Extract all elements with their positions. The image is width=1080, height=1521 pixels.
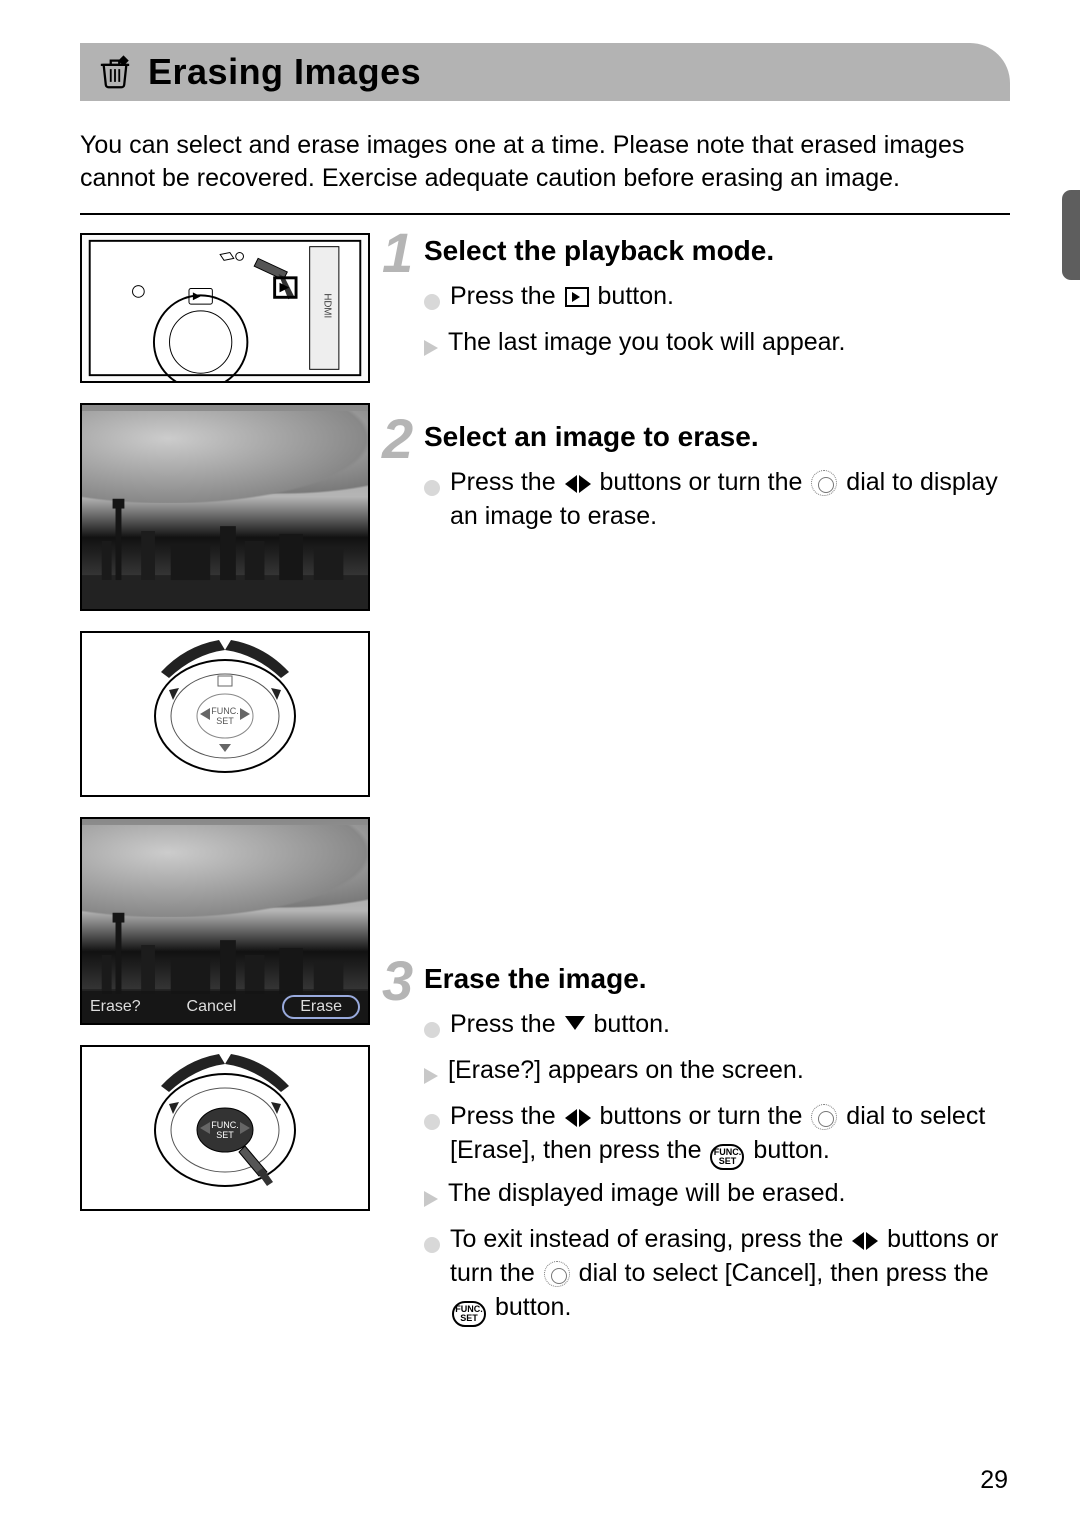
instruction-text: Press the button. bbox=[450, 1007, 670, 1041]
illustration-column: HDMI bbox=[80, 233, 370, 1333]
playback-button-icon bbox=[565, 287, 589, 307]
step-title: Select an image to erase. bbox=[424, 421, 1000, 453]
instruction-text: [Erase?] appears on the screen. bbox=[448, 1053, 804, 1087]
func-set-button-icon: FUNC.SET bbox=[452, 1301, 486, 1327]
instruction-line: The displayed image will be erased. bbox=[424, 1176, 1000, 1216]
control-dial-icon bbox=[811, 1104, 837, 1130]
step-title: Select the playback mode. bbox=[424, 235, 1000, 267]
trash-icon bbox=[98, 55, 132, 89]
illustration-control-dial: FUNC. SET bbox=[80, 631, 370, 797]
erase-option-selected: Erase bbox=[282, 995, 360, 1019]
erase-confirm-bar: Erase? Cancel Erase bbox=[82, 991, 368, 1023]
down-button-icon bbox=[565, 1016, 585, 1030]
step-body: Press the button. The last image you took… bbox=[424, 279, 1000, 365]
instruction-text: Press the buttons or turn the dial to se… bbox=[450, 1099, 1000, 1170]
instruction-line: Press the buttons or turn the dial to se… bbox=[424, 1099, 1000, 1170]
section-tab bbox=[1062, 190, 1080, 280]
bullet-result-icon bbox=[424, 1068, 438, 1084]
bullet-action-icon bbox=[424, 1114, 440, 1130]
step-1: 1Select the playback mode.Press the butt… bbox=[388, 235, 1000, 365]
svg-text:HDMI: HDMI bbox=[321, 293, 332, 318]
bullet-action-icon bbox=[424, 1237, 440, 1253]
step-number: 2 bbox=[382, 411, 413, 467]
divider bbox=[80, 213, 1010, 215]
cancel-option: Cancel bbox=[187, 998, 237, 1016]
instruction-text: Press the buttons or turn the dial to di… bbox=[450, 465, 1000, 533]
illustration-sample-photo bbox=[80, 403, 370, 611]
step-3: 3Erase the image.Press the button.[Erase… bbox=[388, 963, 1000, 1327]
instruction-text: To exit instead of erasing, press the bu… bbox=[450, 1222, 1000, 1327]
erase-question-label: Erase? bbox=[90, 998, 141, 1016]
section-header: Erasing Images bbox=[80, 43, 1010, 101]
instruction-text: Press the button. bbox=[450, 279, 674, 313]
bullet-action-icon bbox=[424, 480, 440, 496]
instruction-line: The last image you took will appear. bbox=[424, 325, 1000, 365]
step-title: Erase the image. bbox=[424, 963, 1000, 995]
instruction-line: Press the button. bbox=[424, 1007, 1000, 1047]
instruction-line: [Erase?] appears on the screen. bbox=[424, 1053, 1000, 1093]
svg-text:FUNC.: FUNC. bbox=[211, 706, 239, 716]
step-body: Press the buttons or turn the dial to di… bbox=[424, 465, 1000, 533]
illustration-camera-back: HDMI bbox=[80, 233, 370, 383]
instruction-text: The displayed image will be erased. bbox=[448, 1176, 845, 1210]
step-number: 3 bbox=[382, 953, 413, 1009]
bullet-result-icon bbox=[424, 340, 438, 356]
bullet-action-icon bbox=[424, 1022, 440, 1038]
intro-text: You can select and erase images one at a… bbox=[80, 129, 1010, 195]
page-number: 29 bbox=[980, 1466, 1008, 1495]
svg-text:FUNC.: FUNC. bbox=[211, 1120, 239, 1130]
content-columns: HDMI bbox=[80, 233, 1010, 1333]
steps-column: 1Select the playback mode.Press the butt… bbox=[388, 233, 1010, 1333]
illustration-erase-prompt: Erase? Cancel Erase bbox=[80, 817, 370, 1025]
func-set-button-icon: FUNC.SET bbox=[710, 1144, 744, 1170]
control-dial-icon bbox=[811, 470, 837, 496]
svg-text:SET: SET bbox=[216, 1130, 234, 1140]
step-2: 2Select an image to erase.Press the butt… bbox=[388, 421, 1000, 533]
bullet-result-icon bbox=[424, 1191, 438, 1207]
svg-text:SET: SET bbox=[216, 716, 234, 726]
instruction-line: To exit instead of erasing, press the bu… bbox=[424, 1222, 1000, 1327]
illustration-control-dial-press: FUNC. SET bbox=[80, 1045, 370, 1211]
left-right-buttons-icon bbox=[852, 1232, 878, 1250]
step-body: Press the button. [Erase?] appears on the… bbox=[424, 1007, 1000, 1327]
bullet-action-icon bbox=[424, 294, 440, 310]
step-number: 1 bbox=[382, 225, 413, 281]
section-title: Erasing Images bbox=[148, 51, 421, 93]
control-dial-icon bbox=[544, 1261, 570, 1287]
instruction-line: Press the buttons or turn the dial to di… bbox=[424, 465, 1000, 533]
left-right-buttons-icon bbox=[565, 475, 591, 493]
instruction-line: Press the button. bbox=[424, 279, 1000, 319]
left-right-buttons-icon bbox=[565, 1109, 591, 1127]
instruction-text: The last image you took will appear. bbox=[448, 325, 845, 359]
